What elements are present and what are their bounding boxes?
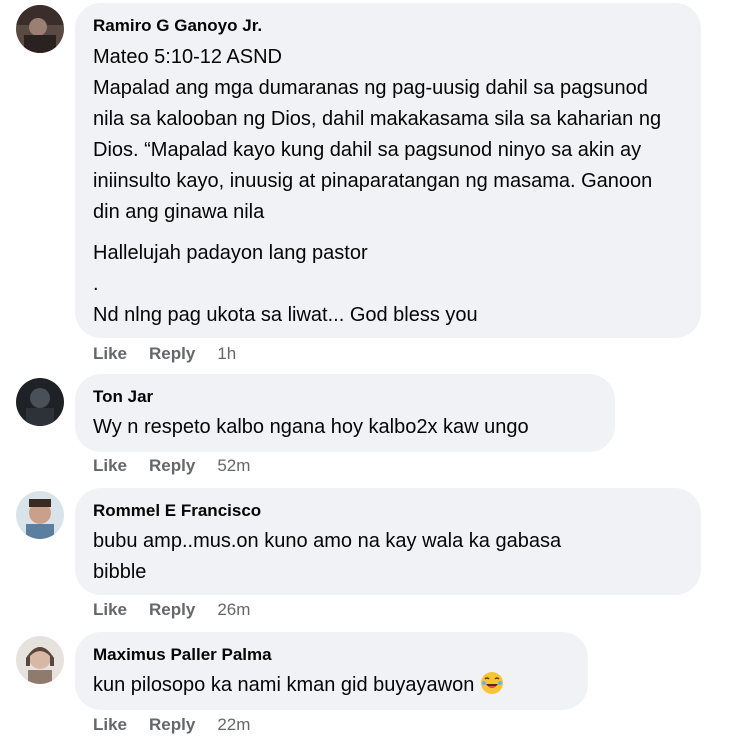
- like-button[interactable]: Like: [93, 344, 127, 364]
- like-button[interactable]: Like: [93, 715, 127, 735]
- avatar[interactable]: [16, 491, 64, 539]
- comment-actions: Like Reply 22m: [93, 715, 250, 735]
- comment-text: kun pilosopo ka nami kman gid buyayawon: [93, 674, 475, 696]
- comment-actions: Like Reply 52m: [93, 456, 250, 476]
- avatar[interactable]: [16, 378, 64, 426]
- comment-text-line: kun pilosopo ka nami kman gid buyayawon: [93, 670, 570, 701]
- like-button[interactable]: Like: [93, 456, 127, 476]
- reply-button[interactable]: Reply: [149, 600, 195, 620]
- comment-author[interactable]: Maximus Paller Palma: [93, 644, 570, 666]
- comment-bubble: Maximus Paller Palma kun pilosopo ka nam…: [75, 632, 588, 710]
- comment-timestamp[interactable]: 22m: [217, 715, 250, 735]
- comment-text: bubu amp..mus.on kuno amo na kay wala ka…: [93, 530, 562, 583]
- comment-timestamp[interactable]: 26m: [217, 600, 250, 620]
- comment-bubble: Rommel E Francisco bubu amp..mus.on kuno…: [75, 488, 701, 595]
- comment-actions: Like Reply 1h: [93, 344, 236, 364]
- comment-bubble: Ton Jar Wy n respeto kalbo ngana hoy kal…: [75, 374, 615, 452]
- comment-author[interactable]: Ramiro G Ganoyo Jr.: [93, 15, 683, 37]
- comment-text: Wy n respeto kalbo ngana hoy kalbo2x kaw…: [93, 416, 529, 438]
- reply-button[interactable]: Reply: [149, 456, 195, 476]
- avatar-photo: [16, 636, 64, 684]
- avatar-photo: [16, 5, 64, 53]
- reply-button[interactable]: Reply: [149, 344, 195, 364]
- comment-timestamp[interactable]: 1h: [217, 344, 236, 364]
- avatar[interactable]: [16, 5, 64, 53]
- avatar-photo: [16, 491, 64, 539]
- avatar-photo: [16, 378, 64, 426]
- comment-bubble: Ramiro G Ganoyo Jr. Mateo 5:10-12 ASND M…: [75, 3, 701, 338]
- reply-button[interactable]: Reply: [149, 715, 195, 735]
- avatar[interactable]: [16, 636, 64, 684]
- like-button[interactable]: Like: [93, 600, 127, 620]
- laughing-crying-emoji-icon: [480, 671, 504, 695]
- comment-timestamp[interactable]: 52m: [217, 456, 250, 476]
- comment-author[interactable]: Rommel E Francisco: [93, 500, 683, 522]
- comment-actions: Like Reply 26m: [93, 600, 250, 620]
- comment-author[interactable]: Ton Jar: [93, 386, 597, 408]
- comment-text: Hallelujah padayon lang pastor . Nd nlng…: [93, 242, 478, 326]
- comment-text: Mateo 5:10-12 ASND Mapalad ang mga dumar…: [93, 46, 662, 223]
